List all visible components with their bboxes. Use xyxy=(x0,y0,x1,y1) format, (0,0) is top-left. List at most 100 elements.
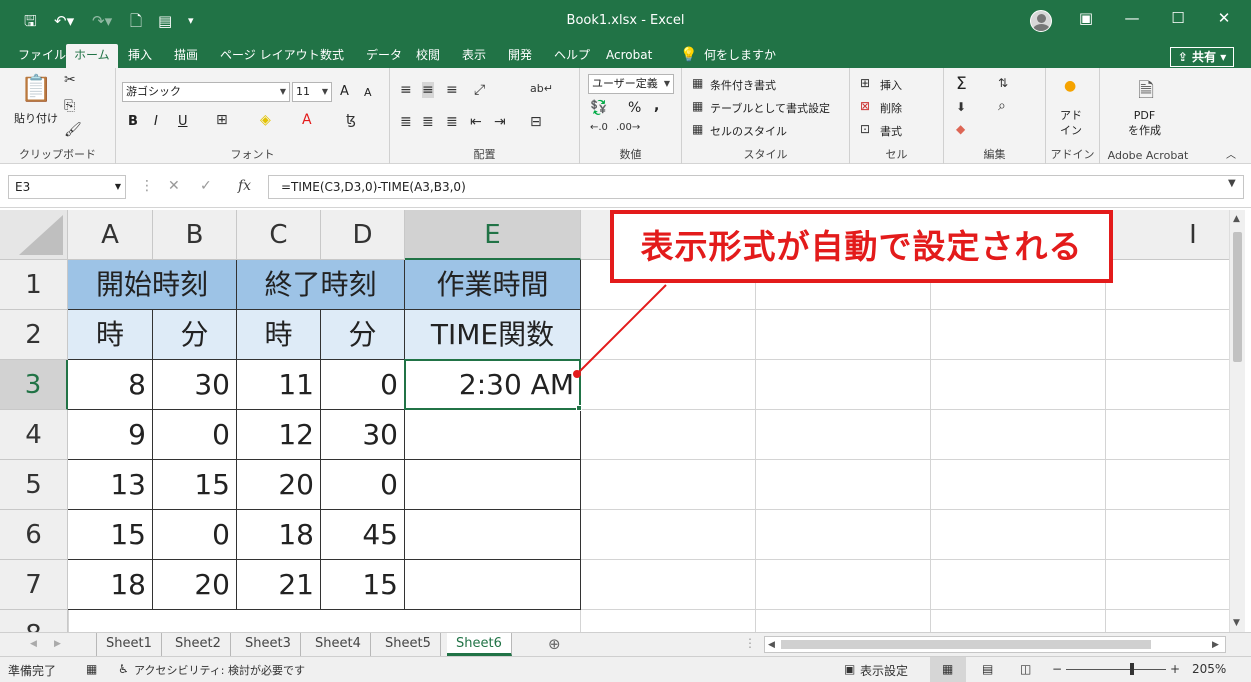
sheet-tab-1[interactable]: Sheet1 xyxy=(96,633,162,656)
row-header-5[interactable]: 5 xyxy=(0,460,68,510)
underline-button[interactable]: U xyxy=(178,114,188,129)
add-sheet-icon[interactable]: ⊕ xyxy=(548,635,561,653)
horizontal-scroll-thumb[interactable] xyxy=(781,640,1151,649)
tab-review[interactable]: 校閲 xyxy=(408,44,448,68)
column-header-d[interactable]: D xyxy=(321,210,405,260)
fill-handle[interactable] xyxy=(576,405,582,411)
zoom-level[interactable]: 205% xyxy=(1192,662,1226,676)
accessibility-status[interactable]: アクセシビリティ: 検討が必要です xyxy=(134,662,305,678)
orientation-icon[interactable]: ⤢ xyxy=(474,82,485,98)
subheader-end-minute[interactable]: 分 xyxy=(321,310,405,360)
find-icon[interactable]: ⌕ xyxy=(998,98,1006,114)
subheader-start-hour[interactable]: 時 xyxy=(68,310,153,360)
row-header-7[interactable]: 7 xyxy=(0,560,68,610)
avatar[interactable] xyxy=(1030,10,1052,32)
sheet-tab-6[interactable]: Sheet6 xyxy=(447,633,512,656)
macro-record-icon[interactable]: ▦ xyxy=(86,662,97,676)
column-header-c[interactable]: C xyxy=(237,210,321,260)
formula-input[interactable]: =TIME(C3,D3,0)-TIME(A3,B3,0) xyxy=(268,175,1244,199)
cell-b4[interactable]: 0 xyxy=(153,410,237,460)
row-header-8[interactable]: 8 xyxy=(0,610,68,632)
scroll-up-icon[interactable]: ▲ xyxy=(1233,214,1240,224)
shrink-font-button[interactable]: A xyxy=(364,86,372,99)
align-top-icon[interactable]: ≡ xyxy=(400,82,412,98)
font-name-select[interactable]: 游ゴシック ▼ xyxy=(122,82,290,102)
align-right-icon[interactable]: ≣ xyxy=(446,114,458,130)
cancel-icon[interactable]: ✕ xyxy=(168,178,180,194)
header-start-time[interactable]: 開始時刻 xyxy=(68,260,237,310)
percent-button[interactable]: % xyxy=(628,100,641,116)
create-pdf-icon[interactable]: 🗎 xyxy=(1138,76,1154,110)
insert-function-button[interactable]: fx xyxy=(238,178,251,194)
fill-color-icon[interactable]: ◈ xyxy=(260,112,271,128)
subheader-start-minute[interactable]: 分 xyxy=(153,310,237,360)
ribbon-display-icon[interactable]: ▣ xyxy=(1066,9,1106,27)
zoom-slider-thumb[interactable] xyxy=(1130,663,1134,675)
tab-help[interactable]: ヘルプ xyxy=(546,44,598,68)
cut-icon[interactable]: ✂ xyxy=(64,72,76,88)
cell-e7[interactable] xyxy=(405,560,581,610)
cell-d5[interactable]: 0 xyxy=(321,460,405,510)
grow-font-button[interactable]: A xyxy=(340,84,349,99)
row-header-3[interactable]: 3 xyxy=(0,360,68,410)
cell-c5[interactable]: 20 xyxy=(237,460,321,510)
header-work-time[interactable]: 作業時間 xyxy=(405,260,581,310)
minimize-icon[interactable]: — xyxy=(1112,9,1152,27)
align-center-icon[interactable]: ≣ xyxy=(422,114,434,130)
cell-d4[interactable]: 30 xyxy=(321,410,405,460)
tab-data[interactable]: データ xyxy=(358,44,410,68)
row-header-1[interactable]: 1 xyxy=(0,260,68,310)
cell-e4[interactable] xyxy=(405,410,581,460)
zoom-slider[interactable] xyxy=(1066,669,1166,670)
phonetic-icon[interactable]: ꜩ xyxy=(346,112,356,128)
italic-button[interactable]: I xyxy=(154,114,158,129)
vertical-scroll-thumb[interactable] xyxy=(1233,232,1242,362)
decrease-indent-icon[interactable]: ⇤ xyxy=(470,114,482,130)
cell-a6[interactable]: 15 xyxy=(68,510,153,560)
cell-c3[interactable]: 11 xyxy=(237,360,321,410)
cell-d6[interactable]: 45 xyxy=(321,510,405,560)
sort-filter-icon[interactable]: ⇅ xyxy=(998,76,1008,90)
number-format-select[interactable]: ユーザー定義 ▼ xyxy=(588,74,674,94)
next-sheet-icon[interactable]: ▶ xyxy=(54,639,61,649)
vertical-scrollbar[interactable]: ▲ ▼ xyxy=(1229,210,1245,632)
delete-cells-button[interactable]: 削除 xyxy=(880,100,902,116)
column-header-a[interactable]: A xyxy=(68,210,153,260)
subheader-end-hour[interactable]: 時 xyxy=(237,310,321,360)
increase-decimal-icon[interactable]: ←.0 xyxy=(590,122,608,133)
header-end-time[interactable]: 終了時刻 xyxy=(237,260,405,310)
cell-c7[interactable]: 21 xyxy=(237,560,321,610)
autosum-button[interactable]: Σ xyxy=(956,74,967,94)
zoom-out-icon[interactable]: − xyxy=(1052,662,1062,676)
format-as-table-button[interactable]: テーブルとして書式設定 xyxy=(710,100,830,116)
merge-center-icon[interactable]: ⊟ xyxy=(530,114,542,130)
sheet-tab-2[interactable]: Sheet2 xyxy=(166,633,231,656)
align-left-icon[interactable]: ≣ xyxy=(400,114,412,130)
empty-cells[interactable] xyxy=(581,260,1229,632)
copy-icon[interactable]: ⎘ xyxy=(64,98,75,114)
cell-b3[interactable]: 30 xyxy=(153,360,237,410)
decrease-decimal-icon[interactable]: .00→ xyxy=(616,122,640,133)
paste-button[interactable]: 貼り付け xyxy=(14,110,58,126)
prev-sheet-icon[interactable]: ◀ xyxy=(30,639,37,649)
cell-b7[interactable]: 20 xyxy=(153,560,237,610)
row-header-6[interactable]: 6 xyxy=(0,510,68,560)
paste-icon[interactable]: 📋 xyxy=(20,74,52,104)
cell-a4[interactable]: 9 xyxy=(68,410,153,460)
cell-e3[interactable]: 2:30 AM xyxy=(405,360,581,410)
font-size-select[interactable]: 11 ▼ xyxy=(292,82,332,102)
share-button[interactable]: ⇪ 共有 ▾ xyxy=(1170,47,1234,67)
currency-icon[interactable]: 💱 xyxy=(590,100,607,116)
select-all-button[interactable] xyxy=(0,210,68,260)
page-layout-view-icon[interactable]: ▤ xyxy=(982,662,993,676)
name-box[interactable]: E3 ▼ xyxy=(8,175,126,199)
align-bottom-icon[interactable]: ≡ xyxy=(446,82,458,98)
tab-home[interactable]: ホーム xyxy=(66,44,118,68)
maximize-icon[interactable]: ☐ xyxy=(1158,9,1198,27)
cell-c6[interactable]: 18 xyxy=(237,510,321,560)
tab-file[interactable]: ファイル xyxy=(10,44,74,68)
tab-insert[interactable]: 挿入 xyxy=(120,44,160,68)
cell-b5[interactable]: 15 xyxy=(153,460,237,510)
column-header-e[interactable]: E xyxy=(405,210,581,260)
column-header-i[interactable]: I xyxy=(1106,210,1229,260)
